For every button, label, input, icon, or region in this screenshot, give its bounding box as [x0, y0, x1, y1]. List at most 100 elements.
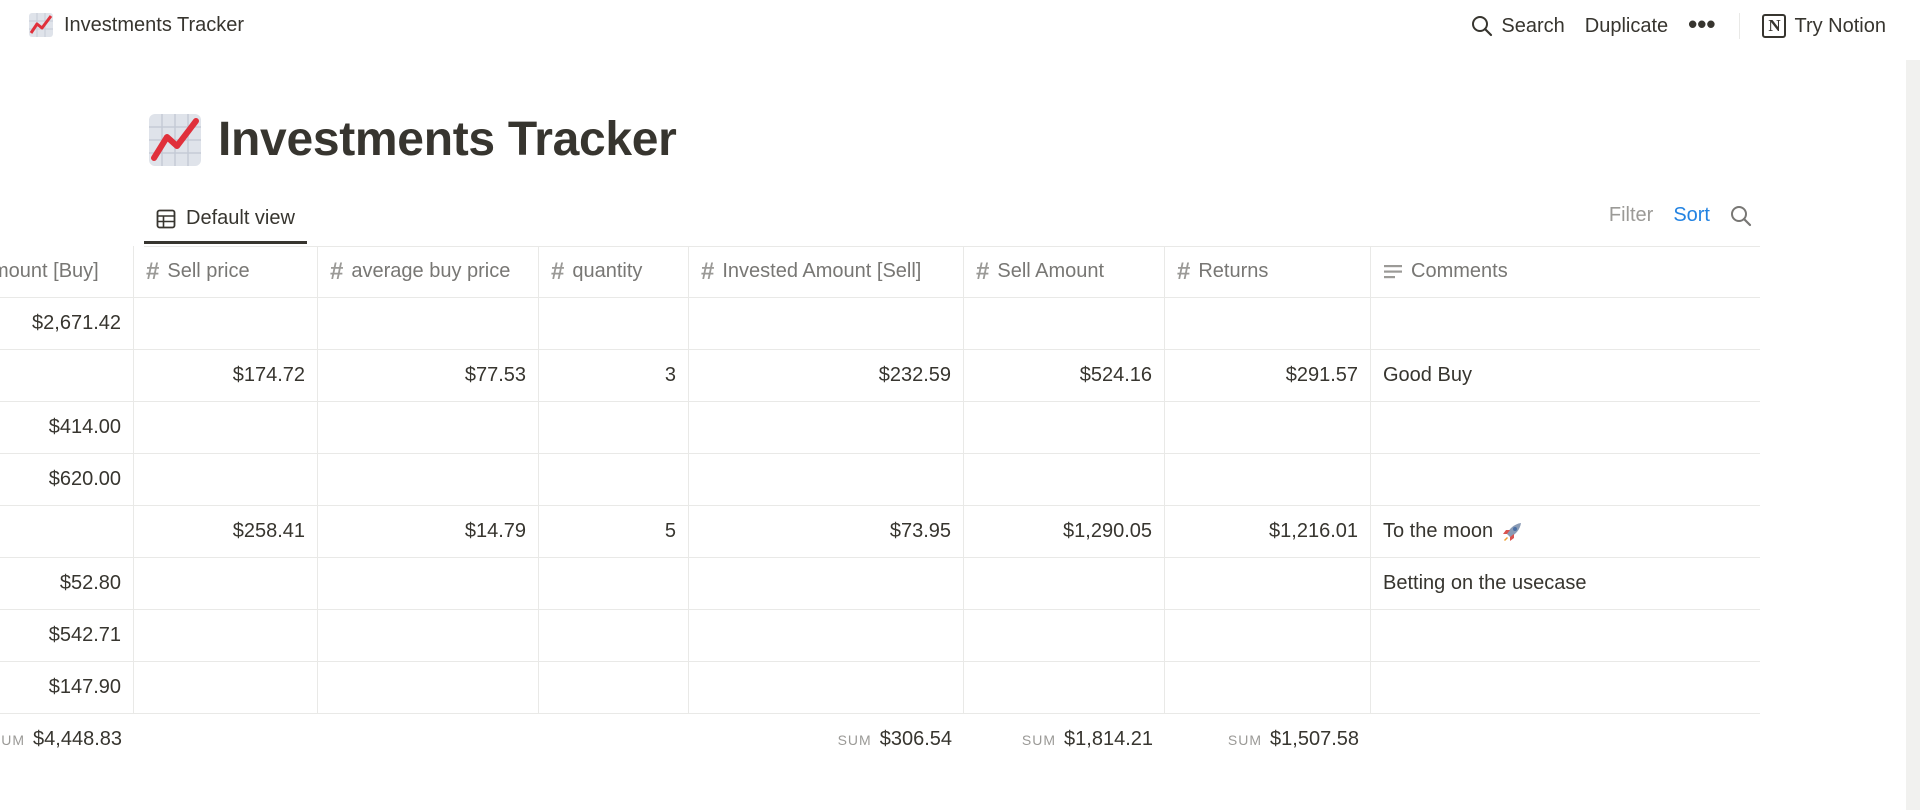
breadcrumb[interactable]: Investments Tracker: [28, 12, 244, 38]
table-cell[interactable]: [134, 402, 318, 453]
table-cell[interactable]: [964, 298, 1165, 349]
table-cell[interactable]: $147.90: [0, 662, 134, 713]
table-cell[interactable]: Good Buy: [1371, 350, 1760, 401]
table-cell[interactable]: Betting on the usecase: [1371, 558, 1760, 609]
table-cell[interactable]: [134, 454, 318, 505]
table-cell[interactable]: [1371, 662, 1760, 713]
table-cell[interactable]: $414.00: [0, 402, 134, 453]
table-cell[interactable]: $1,216.01: [1165, 506, 1371, 557]
table-cell[interactable]: [1371, 402, 1760, 453]
sum-cell[interactable]: SUM $306.54: [689, 714, 964, 765]
filter-button[interactable]: Filter: [1609, 204, 1653, 227]
table-cell[interactable]: [1371, 298, 1760, 349]
table-cell[interactable]: [134, 662, 318, 713]
table-cell[interactable]: [689, 454, 964, 505]
table-row[interactable]: $414.00: [0, 402, 1760, 454]
table-cell[interactable]: [1165, 662, 1371, 713]
table-cell[interactable]: [1165, 454, 1371, 505]
sum-cell[interactable]: SUM $1,507.58: [1165, 714, 1371, 765]
more-options-button[interactable]: •••: [1678, 10, 1725, 42]
table-cell[interactable]: $620.00: [0, 454, 134, 505]
page-title[interactable]: Investments Tracker: [218, 112, 677, 167]
table-row[interactable]: $174.72 $77.53 3 $232.59 $524.16 $291.57 Good …: [0, 350, 1760, 402]
table-cell[interactable]: [1165, 610, 1371, 661]
table-cell[interactable]: [689, 558, 964, 609]
table-cell[interactable]: [134, 298, 318, 349]
vertical-scrollbar[interactable]: [1906, 60, 1920, 810]
table-cell[interactable]: [689, 298, 964, 349]
column-header[interactable]: # Invested Amount [Sell]: [689, 246, 964, 297]
table-cell[interactable]: $542.71: [0, 610, 134, 661]
table-cell[interactable]: [964, 558, 1165, 609]
table-row[interactable]: $2,671.42: [0, 298, 1760, 350]
table-cell[interactable]: [134, 558, 318, 609]
table-cell[interactable]: $14.79: [318, 506, 539, 557]
table-cell[interactable]: [964, 610, 1165, 661]
table-cell[interactable]: [0, 506, 134, 557]
table-cell[interactable]: [689, 662, 964, 713]
table-cell[interactable]: [318, 402, 539, 453]
table-cell[interactable]: $291.57: [1165, 350, 1371, 401]
sum-cell[interactable]: SUM $1,814.21: [964, 714, 1165, 765]
column-header[interactable]: # average buy price: [318, 246, 539, 297]
table-cell[interactable]: [964, 454, 1165, 505]
chart-increasing-icon[interactable]: [148, 113, 202, 167]
table-cell[interactable]: $174.72: [134, 350, 318, 401]
column-header[interactable]: mount [Buy]: [0, 246, 134, 297]
table-cell[interactable]: [1371, 454, 1760, 505]
table-cell[interactable]: [539, 662, 689, 713]
table-cell[interactable]: $232.59: [689, 350, 964, 401]
table-row[interactable]: $258.41 $14.79 5 $73.95 $1,290.05 $1,216.01 To…: [0, 506, 1760, 558]
search-button[interactable]: Search: [1461, 11, 1574, 42]
tab-default-view[interactable]: Default view: [144, 196, 307, 244]
column-header[interactable]: # Sell Amount: [964, 246, 1165, 297]
table-cell[interactable]: $258.41: [134, 506, 318, 557]
table-row[interactable]: $620.00: [0, 454, 1760, 506]
tab-label: Default view: [186, 207, 295, 229]
table-cell[interactable]: $1,290.05: [964, 506, 1165, 557]
table-cell[interactable]: [1165, 298, 1371, 349]
table-cell[interactable]: [689, 402, 964, 453]
search-icon[interactable]: [1730, 205, 1752, 227]
table-cell[interactable]: [0, 350, 134, 401]
table-cell[interactable]: [318, 558, 539, 609]
table-cell[interactable]: To the moon: [1371, 506, 1760, 557]
table-cell[interactable]: [1165, 558, 1371, 609]
column-header[interactable]: # quantity: [539, 246, 689, 297]
table-cell[interactable]: 5: [539, 506, 689, 557]
table-cell[interactable]: [964, 402, 1165, 453]
table-cell[interactable]: [318, 454, 539, 505]
try-notion-button[interactable]: N Try Notion: [1752, 10, 1896, 42]
column-header[interactable]: # Returns: [1165, 246, 1371, 297]
table-cell[interactable]: [689, 610, 964, 661]
table-cell[interactable]: [539, 610, 689, 661]
table-row[interactable]: $147.90: [0, 662, 1760, 714]
sum-cell[interactable]: UM $4,448.83: [0, 714, 134, 765]
table-cell[interactable]: [1165, 402, 1371, 453]
column-label: average buy price: [351, 260, 511, 282]
table-cell[interactable]: 3: [539, 350, 689, 401]
column-header[interactable]: Comments: [1371, 246, 1760, 297]
cell-value: $232.59: [878, 364, 951, 386]
duplicate-button[interactable]: Duplicate: [1575, 11, 1678, 42]
table-row[interactable]: $542.71: [0, 610, 1760, 662]
hash-icon: #: [330, 257, 344, 285]
table-cell[interactable]: [539, 298, 689, 349]
table-cell[interactable]: $77.53: [318, 350, 539, 401]
table-cell[interactable]: $524.16: [964, 350, 1165, 401]
table-cell[interactable]: [539, 558, 689, 609]
table-cell[interactable]: $73.95: [689, 506, 964, 557]
table-cell[interactable]: $52.80: [0, 558, 134, 609]
table-cell[interactable]: [318, 610, 539, 661]
sort-button[interactable]: Sort: [1673, 204, 1710, 227]
table-row[interactable]: $52.80 Betting on the usecase: [0, 558, 1760, 610]
table-cell[interactable]: [318, 662, 539, 713]
table-cell[interactable]: [539, 402, 689, 453]
table-cell[interactable]: [539, 454, 689, 505]
table-cell[interactable]: [1371, 610, 1760, 661]
table-cell[interactable]: [134, 610, 318, 661]
table-cell[interactable]: $2,671.42: [0, 298, 134, 349]
column-header[interactable]: # Sell price: [134, 246, 318, 297]
table-cell[interactable]: [964, 662, 1165, 713]
table-cell[interactable]: [318, 298, 539, 349]
